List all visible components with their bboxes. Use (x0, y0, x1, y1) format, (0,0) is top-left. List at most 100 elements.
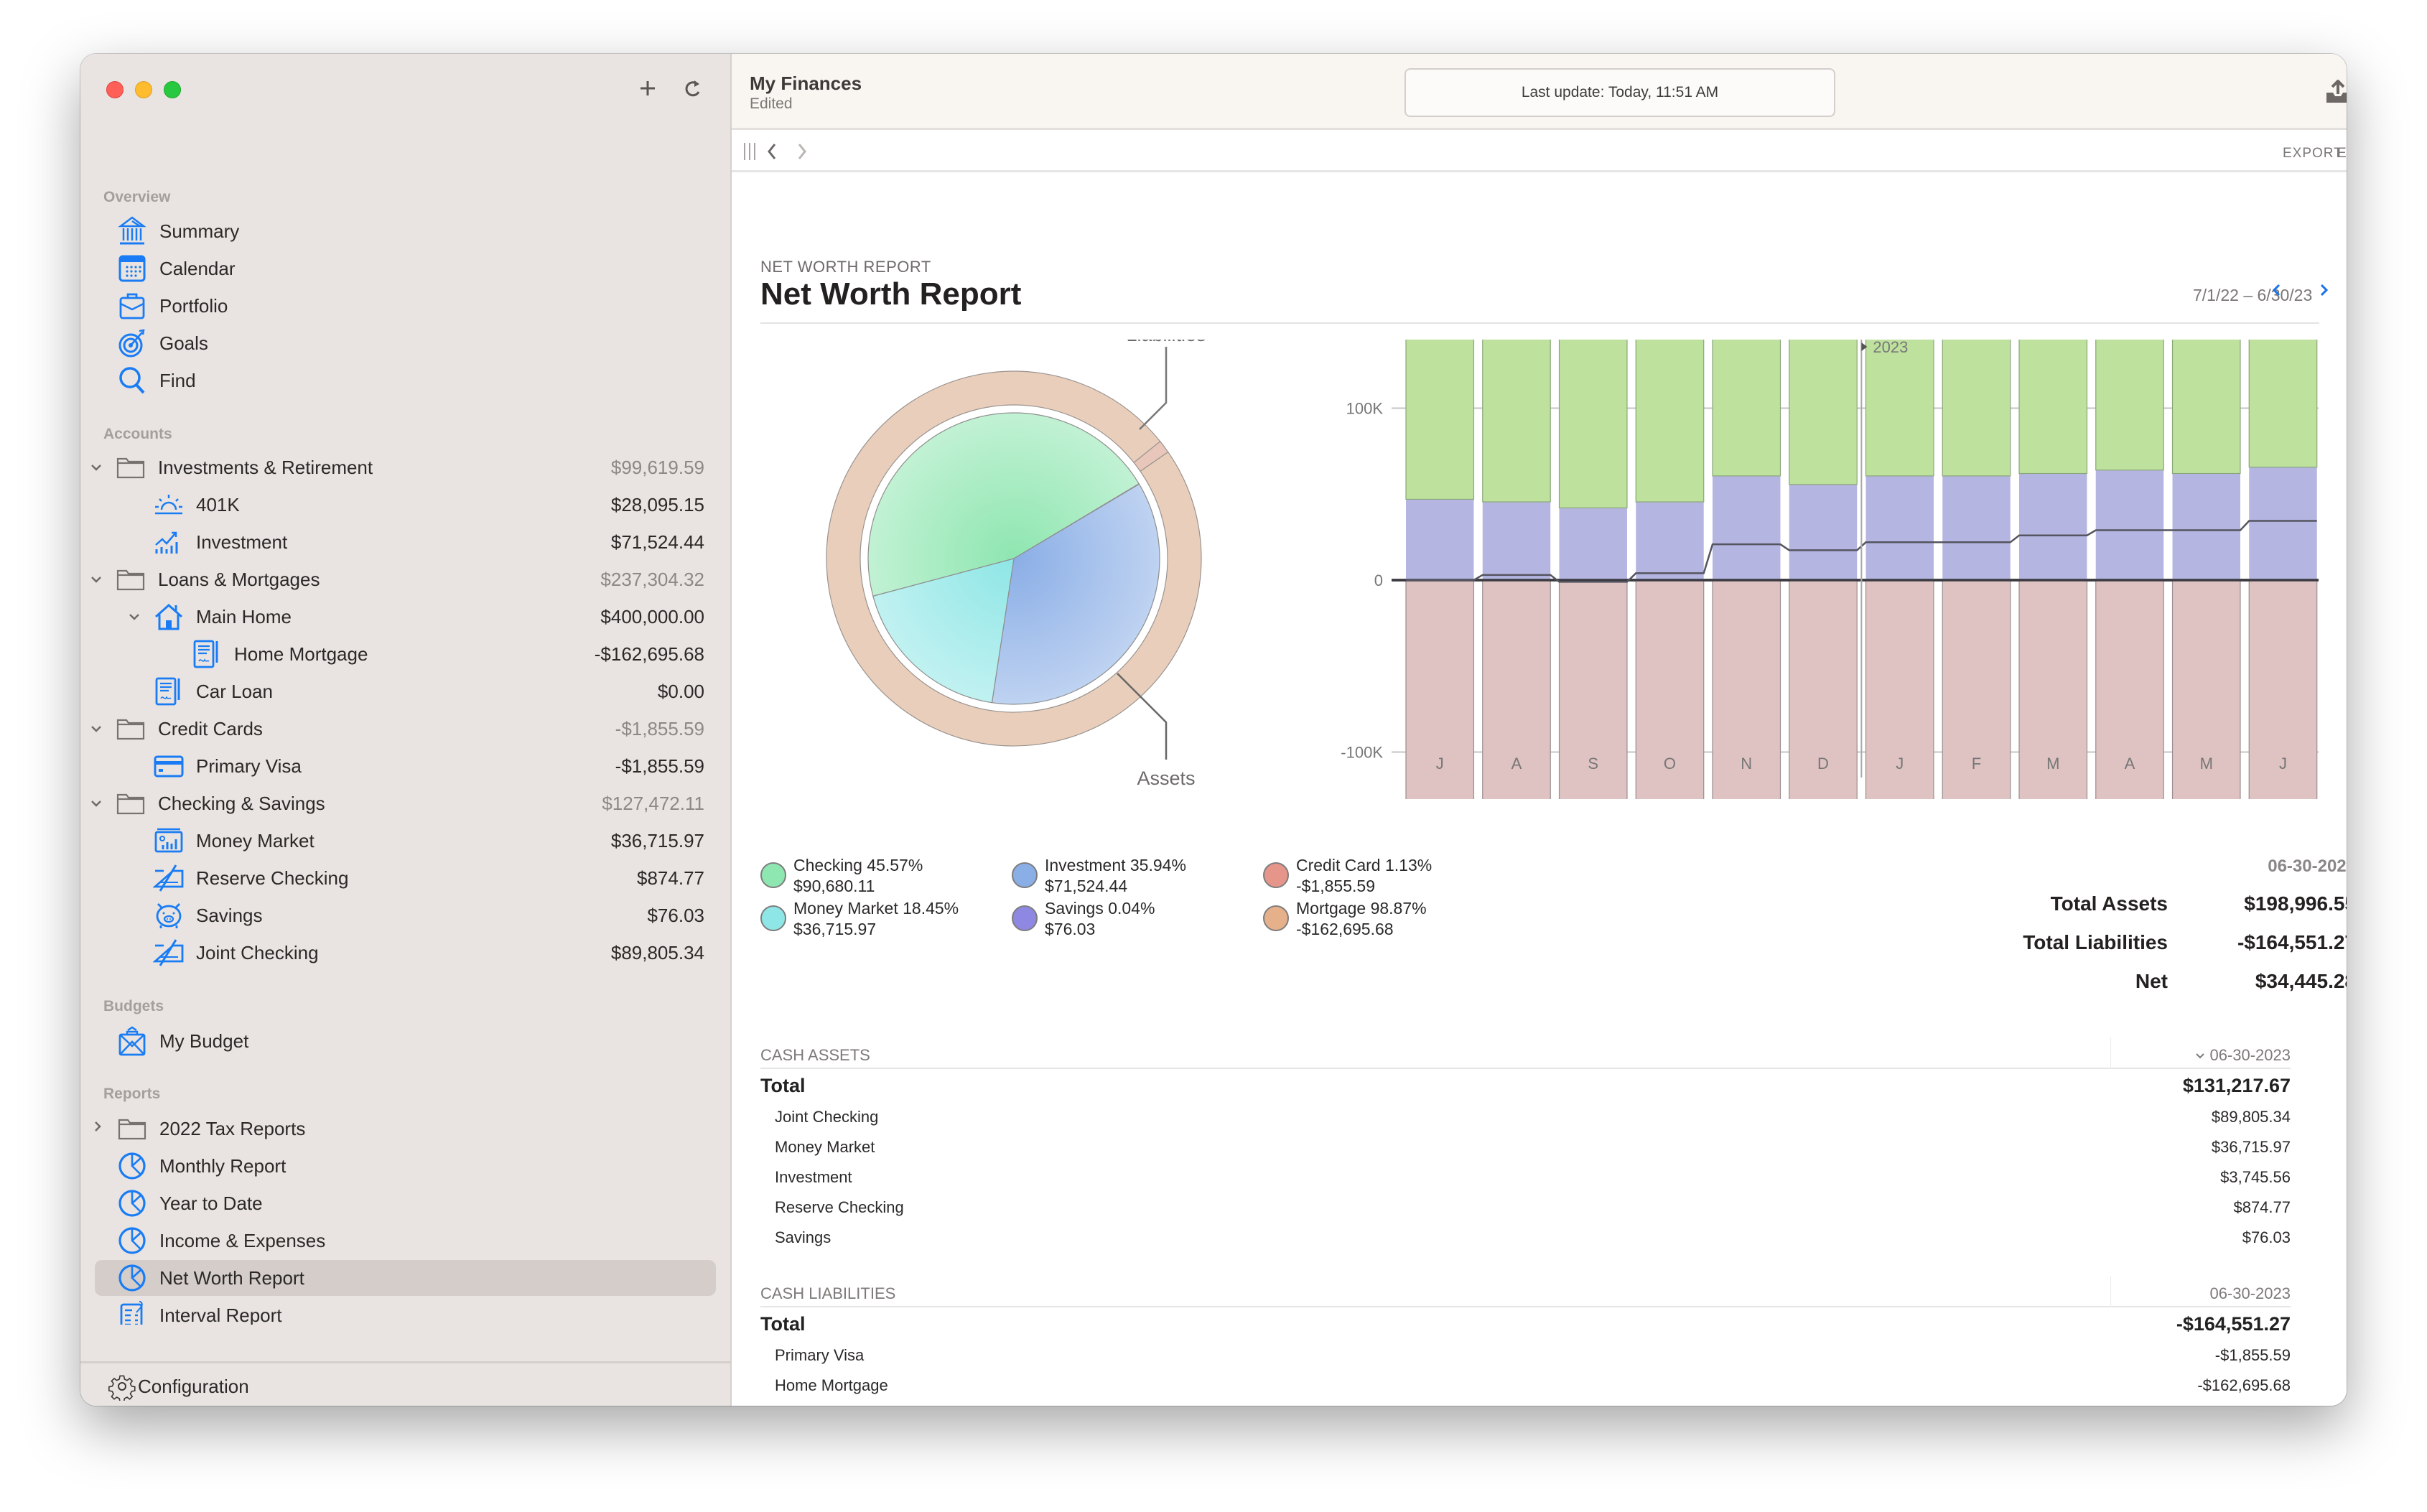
bar-cash-assets[interactable] (1405, 272, 1475, 500)
sidebar-item-summary[interactable]: Summary (95, 213, 716, 249)
table-row[interactable]: Reserve Checking $874.77 (760, 1191, 2291, 1221)
legend-item-investment[interactable]: Investment 35.94% $71,524.44 (1012, 855, 1186, 897)
add-button[interactable] (633, 74, 662, 103)
configuration-button[interactable]: Configuration (108, 1372, 249, 1401)
table-total-row[interactable]: Total -$164,551.27 (760, 1307, 2291, 1339)
bar-investment-assets[interactable] (2172, 473, 2240, 580)
bar-cash-assets[interactable] (1482, 275, 1551, 503)
sidebar-item-money-market[interactable]: Money Market $36,715.97 (95, 823, 716, 859)
bar-investment-assets[interactable] (1865, 475, 1934, 580)
sidebar-item-year-to-date[interactable]: Year to Date (95, 1185, 716, 1221)
bar-cash-assets[interactable] (2018, 249, 2088, 475)
sidebar-item-home-mortgage[interactable]: Home Mortgage -$162,695.68 (95, 636, 716, 672)
net-worth-bar-chart[interactable]: 200K100K0-100K-200KJASONDJFMAMJ2023 (1306, 228, 2347, 933)
sidebar-item-monthly-report[interactable]: Monthly Report (95, 1148, 716, 1184)
share-button[interactable] (2321, 75, 2347, 110)
sidebar-item-calendar[interactable]: Calendar (95, 251, 716, 286)
sidebar-item-interval-report[interactable]: Interval Report (95, 1297, 716, 1325)
last-update-status[interactable]: Last update: Today, 11:51 AM (1405, 68, 1835, 117)
bar-investment-assets[interactable] (1713, 475, 1781, 580)
bar-cash-assets[interactable] (2248, 241, 2318, 468)
bar-investment-assets[interactable] (2095, 470, 2164, 580)
sidebar-item-label: Checking & Savings (158, 792, 325, 814)
sidebar-item-my-budget[interactable]: My Budget (95, 1023, 716, 1059)
sidebar-list[interactable]: Overview Summary Calendar Portfolio Goals Fin… (80, 133, 730, 1325)
folder-icon (115, 564, 146, 595)
bar-cash-assets[interactable] (1942, 253, 2011, 477)
minimize-window-button[interactable] (135, 81, 152, 98)
sidebar-item-checking-and-savings[interactable]: Checking & Savings $127,472.11 (91, 785, 716, 821)
sidebar-item-primary-visa[interactable]: Primary Visa -$1,855.59 (95, 748, 716, 784)
table-row[interactable]: Savings $76.03 (760, 1221, 2291, 1251)
sidebar-item-2022-tax-reports[interactable]: 2022 Tax Reports (95, 1111, 716, 1147)
toggle-sidebar-button[interactable] (742, 137, 757, 166)
sidebar-item-investments-and-retirement[interactable]: Investments & Retirement $99,619.59 (91, 449, 716, 485)
table-row[interactable]: Investment $3,745.56 (760, 1161, 2291, 1191)
date-range[interactable]: 7/1/22 – 6/30/23 (2193, 286, 2312, 305)
legend-item-checking[interactable]: Checking 45.57% $90,680.11 (760, 855, 923, 897)
chevron-right-icon[interactable] (89, 1119, 106, 1138)
sidebar-item-portfolio[interactable]: Portfolio (95, 288, 716, 324)
previous-period-button[interactable] (2270, 281, 2282, 305)
legend-item-credit-card[interactable]: Credit Card 1.13% -$1,855.59 (1263, 855, 1432, 897)
bar-investment-assets[interactable] (1789, 484, 1858, 580)
bar-investment-assets[interactable] (1942, 475, 2011, 580)
sidebar-item-find[interactable]: Find (95, 363, 716, 398)
sidebar-item-reserve-checking[interactable]: Reserve Checking $874.77 (95, 860, 716, 896)
account-balance: $874.77 (637, 867, 704, 889)
bar-cash-assets[interactable] (1789, 253, 1858, 485)
table-row[interactable]: Money Market $36,715.97 (760, 1131, 2291, 1161)
document-status: Edited (750, 95, 793, 112)
chevron-down-icon[interactable] (88, 719, 105, 738)
legend-label: Mortgage (1296, 899, 1366, 918)
column-header-date[interactable]: 06-30-2023 (2195, 1046, 2291, 1065)
sidebar-item-credit-cards[interactable]: Credit Cards -$1,855.59 (91, 711, 716, 747)
sidebar-item-net-worth-report[interactable]: Net Worth Report (95, 1260, 716, 1296)
table-row[interactable]: Primary Visa -$1,855.59 (760, 1339, 2291, 1369)
chevron-down-icon[interactable] (88, 570, 105, 589)
edit-button[interactable]: EDIT (2337, 146, 2347, 162)
next-period-button[interactable] (2319, 281, 2330, 305)
legend-item-mortgage[interactable]: Mortgage 98.87% -$162,695.68 (1263, 898, 1427, 940)
bar-investment-assets[interactable] (2249, 467, 2317, 580)
bar-cash-assets[interactable] (1635, 272, 1705, 503)
refresh-button[interactable] (679, 74, 708, 103)
assets-liabilities-pie-chart[interactable]: Liabilities Assets (732, 324, 1306, 799)
chevron-down-icon[interactable] (126, 607, 143, 626)
table-row[interactable]: Home Mortgage -$162,695.68 (760, 1369, 2291, 1399)
column-header-date[interactable]: 06-30-2023 (2209, 1284, 2291, 1303)
legend-item-savings[interactable]: Savings 0.04% $76.03 (1012, 898, 1155, 940)
sidebar-item-investment[interactable]: Investment $71,524.44 (95, 524, 716, 560)
chevron-down-icon[interactable] (88, 458, 105, 477)
sidebar-item-main-home[interactable]: Main Home $400,000.00 (95, 599, 716, 635)
sidebar-item-income-and-expenses[interactable]: Income & Expenses (95, 1223, 716, 1259)
chevron-down-icon[interactable] (88, 794, 105, 813)
bar-cash-assets[interactable] (1558, 279, 1628, 509)
sidebar-item-loans-and-mortgages[interactable]: Loans & Mortgages $237,304.32 (91, 561, 716, 597)
sidebar-item-goals[interactable]: Goals (95, 325, 716, 361)
forward-button[interactable] (795, 137, 809, 166)
export-button[interactable]: EXPORT (2283, 146, 2343, 162)
pie-chart-container: Liabilities Assets (732, 324, 1306, 799)
bar-cash-assets[interactable] (2171, 246, 2241, 475)
bar-cash-assets[interactable] (1865, 253, 1934, 477)
report-content[interactable]: NET WORTH REPORT Net Worth Report 7/1/22… (732, 174, 2347, 1406)
bar-cash-assets[interactable] (2095, 244, 2164, 471)
bar-investment-assets[interactable] (1559, 508, 1627, 580)
sidebar-item-car-loan[interactable]: Car Loan $0.00 (95, 673, 716, 709)
legend-item-money-market[interactable]: Money Market 18.45% $36,715.97 (760, 898, 959, 940)
bar-investment-assets[interactable] (1406, 499, 1474, 580)
bar-investment-assets[interactable] (1482, 502, 1551, 580)
table-total-row[interactable]: Total $131,217.67 (760, 1069, 2291, 1101)
bar-investment-assets[interactable] (1636, 502, 1704, 580)
sidebar-item-joint-checking[interactable]: Joint Checking $89,805.34 (95, 935, 716, 971)
back-button[interactable] (765, 137, 779, 166)
table-row[interactable]: Joint Checking $89,805.34 (760, 1101, 2291, 1131)
sidebar-item-savings[interactable]: Savings $76.03 (95, 897, 716, 933)
legend-swatch (1263, 905, 1289, 931)
sidebar-item-401k[interactable]: 401K $28,095.15 (95, 487, 716, 523)
bar-investment-assets[interactable] (2019, 473, 2087, 580)
bar-cash-assets[interactable] (1712, 244, 1781, 477)
zoom-window-button[interactable] (164, 81, 181, 98)
close-window-button[interactable] (106, 81, 124, 98)
